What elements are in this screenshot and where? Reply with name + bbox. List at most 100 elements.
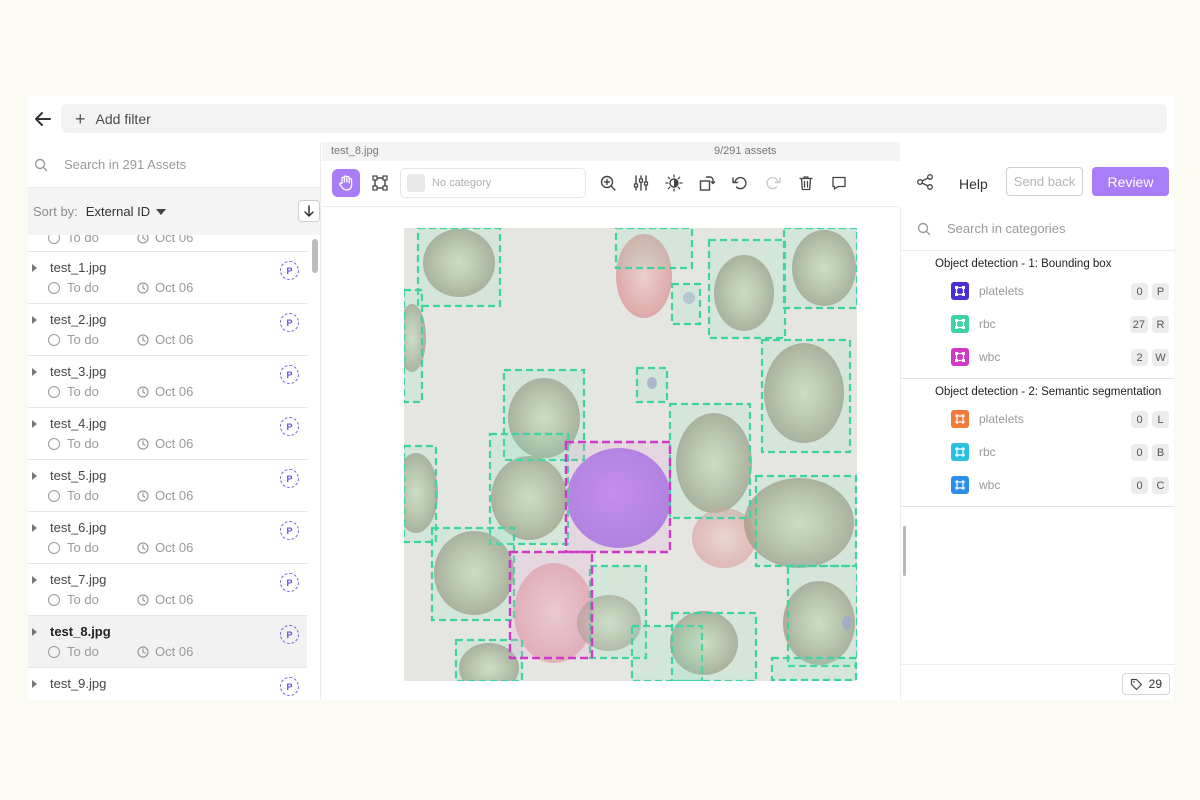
status-circle-icon [48, 593, 60, 606]
asset-row[interactable]: test_6.jpg To do Oct 06 P [28, 512, 307, 564]
asset-row[interactable]: test_5.jpg To do Oct 06 P [28, 460, 307, 512]
expand-caret-icon[interactable] [32, 368, 37, 376]
clock-icon [137, 333, 149, 346]
asset-counter: 9/291 assets [714, 145, 777, 157]
expand-caret-icon[interactable] [32, 472, 37, 480]
add-filter-button[interactable]: + Add filter [61, 104, 1167, 133]
priority-badge[interactable]: P [280, 313, 299, 332]
category-item[interactable]: platelets 0 L [901, 403, 1174, 436]
category-item[interactable]: wbc 2 W [901, 341, 1174, 374]
send-back-button[interactable]: Send back [1006, 167, 1083, 196]
asset-search-input[interactable]: Search in 291 Assets [28, 142, 320, 188]
asset-date: Oct 06 [137, 488, 193, 503]
expand-caret-icon[interactable] [32, 524, 37, 532]
viewer-header: test_8.jpg 9/291 assets [322, 142, 900, 161]
scrollbar-thumb[interactable] [312, 239, 318, 273]
asset-date: Oct 06 [137, 332, 193, 347]
sort-select[interactable]: External ID [86, 204, 167, 219]
review-button[interactable]: Review [1092, 167, 1169, 196]
asset-status-label: To do [67, 235, 99, 245]
asset-panel: Search in 291 Assets Sort by: External I… [28, 142, 321, 700]
plus-icon: + [75, 108, 86, 129]
help-button[interactable]: Help [955, 170, 992, 198]
asset-date-label: Oct 06 [155, 384, 194, 399]
sort-direction-button[interactable] [298, 200, 320, 222]
asset-status-label: To do [67, 436, 99, 451]
back-arrow-icon[interactable] [32, 108, 54, 130]
priority-badge[interactable]: P [280, 417, 299, 436]
asset-date-label: Oct 06 [155, 644, 194, 659]
priority-badge[interactable]: P [280, 573, 299, 592]
pan-tool-button[interactable] [332, 169, 360, 197]
asset-status: To do [48, 332, 99, 347]
share-icon[interactable] [916, 173, 934, 196]
asset-status: To do [48, 488, 99, 503]
object-count: 29 [1148, 677, 1162, 691]
bbox-icon [951, 282, 969, 300]
delete-button[interactable] [792, 169, 820, 197]
asset-row[interactable]: test_8.jpg To do Oct 06 P [28, 616, 307, 668]
annotation-canvas[interactable] [404, 228, 857, 681]
category-name: wbc [979, 350, 1001, 364]
asset-row[interactable]: test_9.jpg P [28, 668, 307, 700]
rotate-image-button[interactable] [693, 169, 721, 197]
expand-caret-icon[interactable] [32, 680, 37, 688]
expand-caret-icon[interactable] [32, 628, 37, 636]
priority-badge[interactable]: P [280, 261, 299, 280]
status-circle-icon [48, 235, 60, 244]
asset-row[interactable]: test_4.jpg To do Oct 06 P [28, 408, 307, 460]
priority-badge[interactable]: P [280, 365, 299, 384]
status-circle-icon [48, 645, 60, 658]
viewer-file-name: test_8.jpg [331, 145, 379, 157]
clock-icon [137, 385, 149, 398]
asset-row[interactable]: test_1.jpg To do Oct 06 P [28, 252, 307, 304]
adjustments-button[interactable] [627, 169, 655, 197]
add-filter-label: Add filter [95, 110, 151, 127]
asset-status-label: To do [67, 280, 99, 295]
expand-caret-icon[interactable] [32, 420, 37, 428]
bbox-tool-button[interactable] [366, 169, 394, 197]
expand-caret-icon[interactable] [32, 316, 37, 324]
priority-badge[interactable]: P [280, 521, 299, 540]
panel-resize-handle[interactable] [903, 526, 906, 576]
category-search-input[interactable]: Search in categories [901, 207, 1174, 251]
asset-date-label: Oct 06 [155, 332, 194, 347]
asset-row[interactable]: To do Oct 06 [28, 235, 307, 252]
clock-icon [137, 281, 149, 294]
asset-row[interactable]: test_2.jpg To do Oct 06 P [28, 304, 307, 356]
expand-caret-icon[interactable] [32, 264, 37, 272]
category-name: platelets [979, 412, 1024, 426]
priority-badge[interactable]: P [280, 469, 299, 488]
category-select[interactable]: No category [400, 168, 586, 198]
redo-button[interactable] [759, 169, 787, 197]
category-shortcut-key: R [1152, 316, 1169, 333]
clock-icon [137, 541, 149, 554]
object-count-button[interactable]: 29 [1121, 673, 1170, 695]
category-item[interactable]: rbc 0 B [901, 436, 1174, 469]
asset-date-label: Oct 06 [155, 235, 194, 245]
category-item[interactable]: platelets 0 P [901, 275, 1174, 308]
priority-badge[interactable]: P [280, 677, 299, 696]
asset-row[interactable]: test_7.jpg To do Oct 06 P [28, 564, 307, 616]
asset-status: To do [48, 235, 99, 245]
category-item[interactable]: wbc 0 C [901, 469, 1174, 502]
undo-button[interactable] [726, 169, 754, 197]
clock-icon [137, 489, 149, 502]
category-count: 27 [1129, 316, 1148, 333]
brightness-button[interactable] [660, 169, 688, 197]
expand-caret-icon[interactable] [32, 576, 37, 584]
status-circle-icon [48, 333, 60, 346]
asset-row[interactable]: test_3.jpg To do Oct 06 P [28, 356, 307, 408]
category-item[interactable]: rbc 27 R [901, 308, 1174, 341]
zoom-button[interactable] [594, 169, 622, 197]
asset-date: Oct 06 [137, 644, 193, 659]
asset-status-label: To do [67, 644, 99, 659]
asset-name: test_5.jpg [50, 468, 107, 483]
polygon-icon [951, 410, 969, 428]
category-shortcut-key: P [1152, 283, 1169, 300]
asset-list-scrollbar[interactable] [311, 239, 318, 700]
blood-smear-image [404, 228, 857, 681]
priority-badge[interactable]: P [280, 625, 299, 644]
redo-icon [766, 176, 781, 190]
comment-button[interactable] [825, 169, 853, 197]
